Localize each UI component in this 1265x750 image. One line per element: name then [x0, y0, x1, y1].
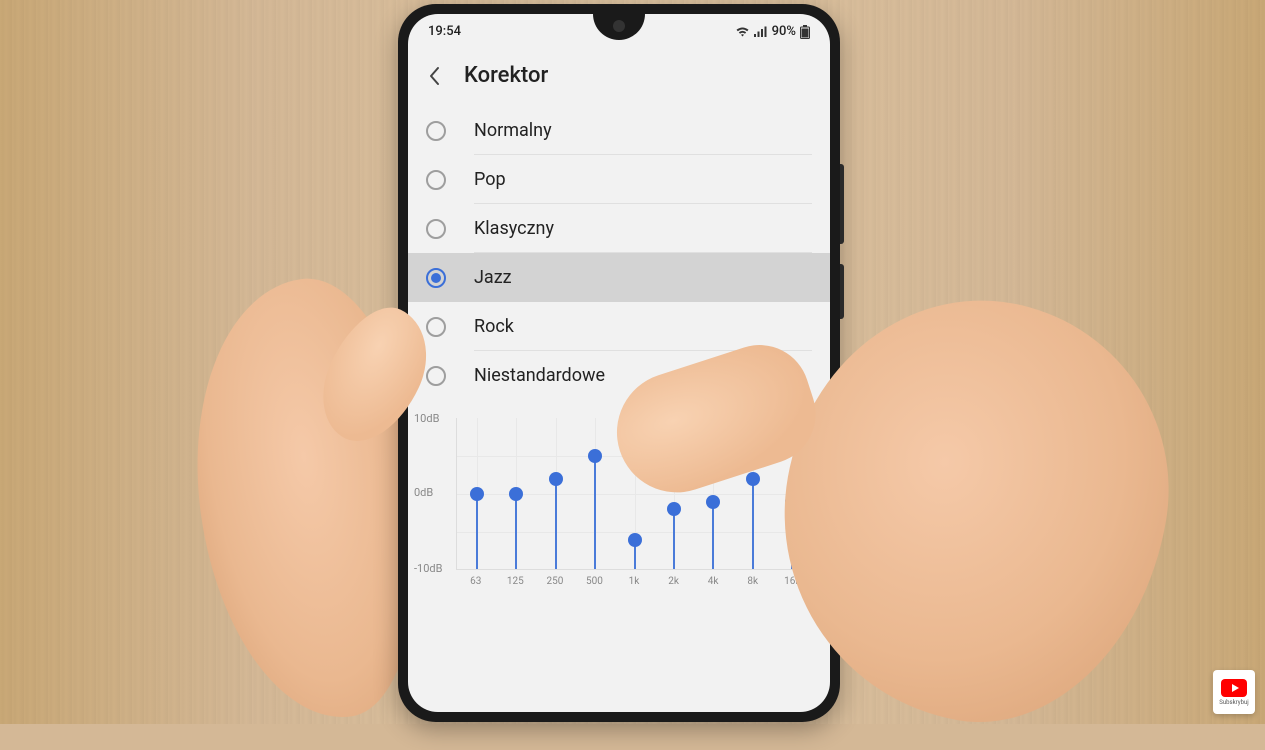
- equalizer-option[interactable]: Pop: [408, 155, 830, 204]
- y-tick-bot: -10dB: [414, 562, 442, 575]
- option-label: Niestandardowe: [474, 365, 605, 386]
- radio-button[interactable]: [426, 121, 446, 141]
- x-tick-label: 250: [535, 576, 575, 587]
- x-tick-label: 125: [496, 576, 536, 587]
- eq-slider-stem: [515, 493, 517, 569]
- eq-slider-stem: [555, 478, 557, 569]
- y-tick-mid: 0dB: [414, 486, 433, 499]
- x-tick-label: 2k: [654, 576, 694, 587]
- subscribe-label: Subskrybuj: [1219, 699, 1248, 706]
- status-time: 19:54: [428, 24, 461, 39]
- phone-volume-button: [840, 164, 844, 244]
- eq-slider-stem: [752, 478, 754, 569]
- option-label: Klasyczny: [474, 218, 554, 239]
- equalizer-option[interactable]: Rock: [408, 302, 830, 351]
- radio-button[interactable]: [426, 317, 446, 337]
- eq-slider-knob[interactable]: [509, 487, 523, 501]
- eq-slider-knob[interactable]: [588, 449, 602, 463]
- x-tick-label: 4k: [693, 576, 733, 587]
- eq-slider-stem: [594, 455, 596, 569]
- signal-icon: [754, 26, 768, 38]
- radio-button[interactable]: [426, 268, 446, 288]
- radio-button[interactable]: [426, 366, 446, 386]
- youtube-icon: [1221, 679, 1247, 697]
- x-tick-label: 500: [575, 576, 615, 587]
- battery-icon: [800, 25, 810, 39]
- eq-slider-knob[interactable]: [549, 472, 563, 486]
- radio-button[interactable]: [426, 219, 446, 239]
- option-label: Jazz: [474, 267, 512, 288]
- status-indicators: 90%: [735, 24, 810, 39]
- option-label: Rock: [474, 316, 514, 337]
- equalizer-option[interactable]: Normalny: [408, 106, 830, 155]
- x-tick-label: 63: [456, 576, 496, 587]
- phone-power-button: [840, 264, 844, 319]
- subscribe-badge[interactable]: Subskrybuj: [1213, 670, 1255, 714]
- y-tick-top: 10dB: [414, 412, 439, 425]
- eq-slider-knob[interactable]: [746, 472, 760, 486]
- page-title: Korektor: [464, 63, 548, 88]
- eq-slider-stem: [712, 501, 714, 569]
- eq-slider-knob[interactable]: [470, 487, 484, 501]
- equalizer-option[interactable]: Klasyczny: [408, 204, 830, 253]
- eq-slider-knob[interactable]: [628, 533, 642, 547]
- eq-slider-stem: [476, 493, 478, 569]
- eq-slider-knob[interactable]: [667, 502, 681, 516]
- page-header: Korektor: [408, 43, 830, 106]
- chevron-left-icon: [428, 66, 440, 86]
- option-label: Pop: [474, 169, 506, 190]
- status-battery-pct: 90%: [772, 24, 796, 39]
- x-tick-label: 1k: [614, 576, 654, 587]
- back-button[interactable]: [422, 64, 446, 88]
- chart-x-axis: 631252505001k2k4k8k16k: [456, 576, 812, 587]
- x-tick-label: 8k: [733, 576, 773, 587]
- eq-slider-stem: [673, 508, 675, 569]
- radio-button[interactable]: [426, 170, 446, 190]
- wifi-icon: [735, 26, 750, 38]
- option-label: Normalny: [474, 120, 552, 141]
- eq-slider-knob[interactable]: [706, 495, 720, 509]
- equalizer-option[interactable]: Jazz: [408, 253, 830, 302]
